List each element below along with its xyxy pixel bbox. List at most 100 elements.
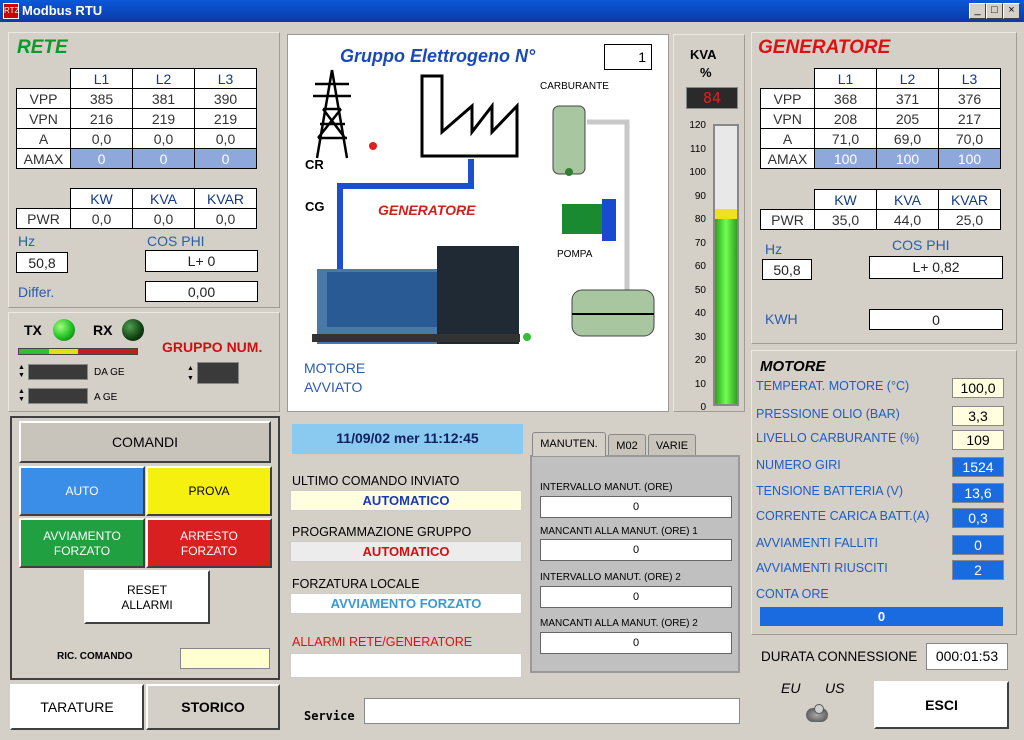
conta-ore-value: 0 <box>760 607 1003 626</box>
window-title: Modbus RTU <box>0 0 1024 22</box>
kwh-label: KWH <box>765 311 798 327</box>
motore-item-label: LIVELLO CARBURANTE (%) <box>756 431 920 445</box>
auto-button[interactable]: AUTO <box>19 466 145 516</box>
row-label: A <box>760 128 815 149</box>
field-value: 0 <box>540 586 732 608</box>
row-label: VPP <box>760 88 815 109</box>
gen-hz-label: Hz <box>765 241 783 257</box>
cell: 0 <box>70 148 133 169</box>
avviamento-forzato-button[interactable]: AVVIAMENTO FORZATO <box>19 518 145 568</box>
kva-tick-label: 10 <box>694 378 706 390</box>
motore-item-label: TENSIONE BATTERIA (V) <box>756 484 904 498</box>
tab-varie[interactable]: VARIE <box>648 434 696 455</box>
carburante-label: CARBURANTE <box>540 81 609 92</box>
ric-comando-label: RIC. COMANDO <box>57 651 133 662</box>
col-header: KVA <box>876 189 939 210</box>
tab-manuten[interactable]: MANUTEN. <box>532 432 606 456</box>
cell: 69,0 <box>876 128 939 149</box>
cell: 219 <box>132 108 195 129</box>
allarmi-label: ALLARMI RETE/GENERATORE <box>292 635 473 649</box>
motore-title: MOTORE <box>760 358 826 375</box>
minimize-button[interactable]: _ <box>969 3 986 19</box>
col-header: L2 <box>132 68 195 89</box>
motore-item-value: 13,6 <box>952 483 1004 503</box>
tarature-button[interactable]: TARATURE <box>10 684 144 730</box>
pompa-label: POMPA <box>557 249 593 260</box>
col-header: L1 <box>814 68 877 89</box>
kva-tick-label: 20 <box>694 355 706 366</box>
cell: 0,0 <box>194 128 257 149</box>
cell: 100 <box>876 148 939 169</box>
motore-item-value: 3,3 <box>952 406 1004 426</box>
motore-item-label: NUMERO GIRI <box>756 458 841 472</box>
signal-bar <box>18 348 138 355</box>
col-header: KW <box>70 188 133 209</box>
rete-title: RETE <box>17 37 68 58</box>
row-label: VPN <box>16 108 71 129</box>
service-label: Service <box>304 709 355 723</box>
rx-led-icon <box>122 319 144 341</box>
eu-us-toggle-switch-icon[interactable] <box>800 702 832 724</box>
eu-label: EU <box>781 680 801 696</box>
rete-cosphi-label: COS PHI <box>147 233 205 249</box>
row-label: A <box>16 128 71 149</box>
gen-cosphi-value: L+ 0,82 <box>869 256 1003 279</box>
kva-label: KVA <box>690 47 717 62</box>
tab-m02[interactable]: M02 <box>608 434 646 455</box>
prova-button[interactable]: PROVA <box>146 466 272 516</box>
field-label: INTERVALLO MANUT. (ORE) <box>540 482 673 493</box>
motore-item-value: 1524 <box>952 457 1004 477</box>
storico-button[interactable]: STORICO <box>146 684 280 730</box>
da-ge-display <box>28 364 88 380</box>
motore-item-value: 100,0 <box>952 378 1004 398</box>
cell: 35,0 <box>814 209 877 230</box>
arresto-forzato-button[interactable]: ARRESTO FORZATO <box>146 518 272 568</box>
programmazione-label: PROGRAMMAZIONE GRUPPO <box>292 525 472 539</box>
rx-label: RX <box>93 322 113 338</box>
tank-bottom-icon <box>571 289 655 337</box>
programmazione-value: AUTOMATICO <box>290 541 522 562</box>
kva-tick-label: 30 <box>694 331 706 343</box>
comandi-button[interactable]: COMANDI <box>19 421 271 463</box>
service-field[interactable] <box>364 698 740 724</box>
rete-hz-label: Hz <box>18 233 36 249</box>
cr-label: CR <box>305 157 324 172</box>
cell: 217 <box>938 108 1001 129</box>
close-button[interactable]: × <box>1003 3 1020 19</box>
cell: 100 <box>938 148 1001 169</box>
cg-label: CG <box>305 199 325 214</box>
kva-tick-label: 80 <box>694 214 706 225</box>
kva-tick-label: 60 <box>694 261 706 272</box>
cell: 0,0 <box>132 128 195 149</box>
kwh-value: 0 <box>869 309 1003 330</box>
cell: 208 <box>814 108 877 129</box>
cell: 25,0 <box>938 209 1001 230</box>
generatore-title: GENERATORE <box>758 37 891 58</box>
da-ge-spinner-icon[interactable]: ▲ ▼ <box>18 364 26 380</box>
col-header: L1 <box>70 68 133 89</box>
cell: 0 <box>132 148 195 169</box>
a-ge-spinner-icon[interactable]: ▲ ▼ <box>18 388 26 404</box>
conta-ore-label: CONTA ORE <box>756 587 829 601</box>
ultimo-comando-value: AUTOMATICO <box>290 490 522 511</box>
ultimo-comando-label: ULTIMO COMANDO INVIATO <box>292 474 460 488</box>
generatore-pwr-table: KW KVA KVAR PWR 35,0 44,0 25,0 <box>760 189 1001 230</box>
col-header: KVAR <box>194 188 257 209</box>
motore-item-label: PRESSIONE OLIO (BAR) <box>756 407 900 421</box>
kva-tick-label: 110 <box>690 143 706 155</box>
kva-tick-label: 90 <box>694 190 706 202</box>
rete-pwr-table: KW KVA KVAR PWR 0,0 0,0 0,0 <box>16 188 257 229</box>
cell: 385 <box>70 88 133 109</box>
cell: 219 <box>194 108 257 129</box>
cell: 70,0 <box>938 128 1001 149</box>
maximize-button[interactable]: □ <box>986 3 1003 19</box>
gruppo-num-display <box>197 362 239 384</box>
col-header: KVA <box>132 188 195 209</box>
reset-allarmi-button[interactable]: RESET ALLARMI <box>84 570 210 624</box>
field-value: 0 <box>540 539 732 561</box>
row-label: PWR <box>760 209 815 230</box>
esci-button[interactable]: ESCI <box>874 681 1009 729</box>
generator-indicator <box>523 333 531 341</box>
row-label: AMAX <box>760 148 815 169</box>
gruppo-spinner-icon[interactable]: ▲ ▼ <box>187 364 195 384</box>
